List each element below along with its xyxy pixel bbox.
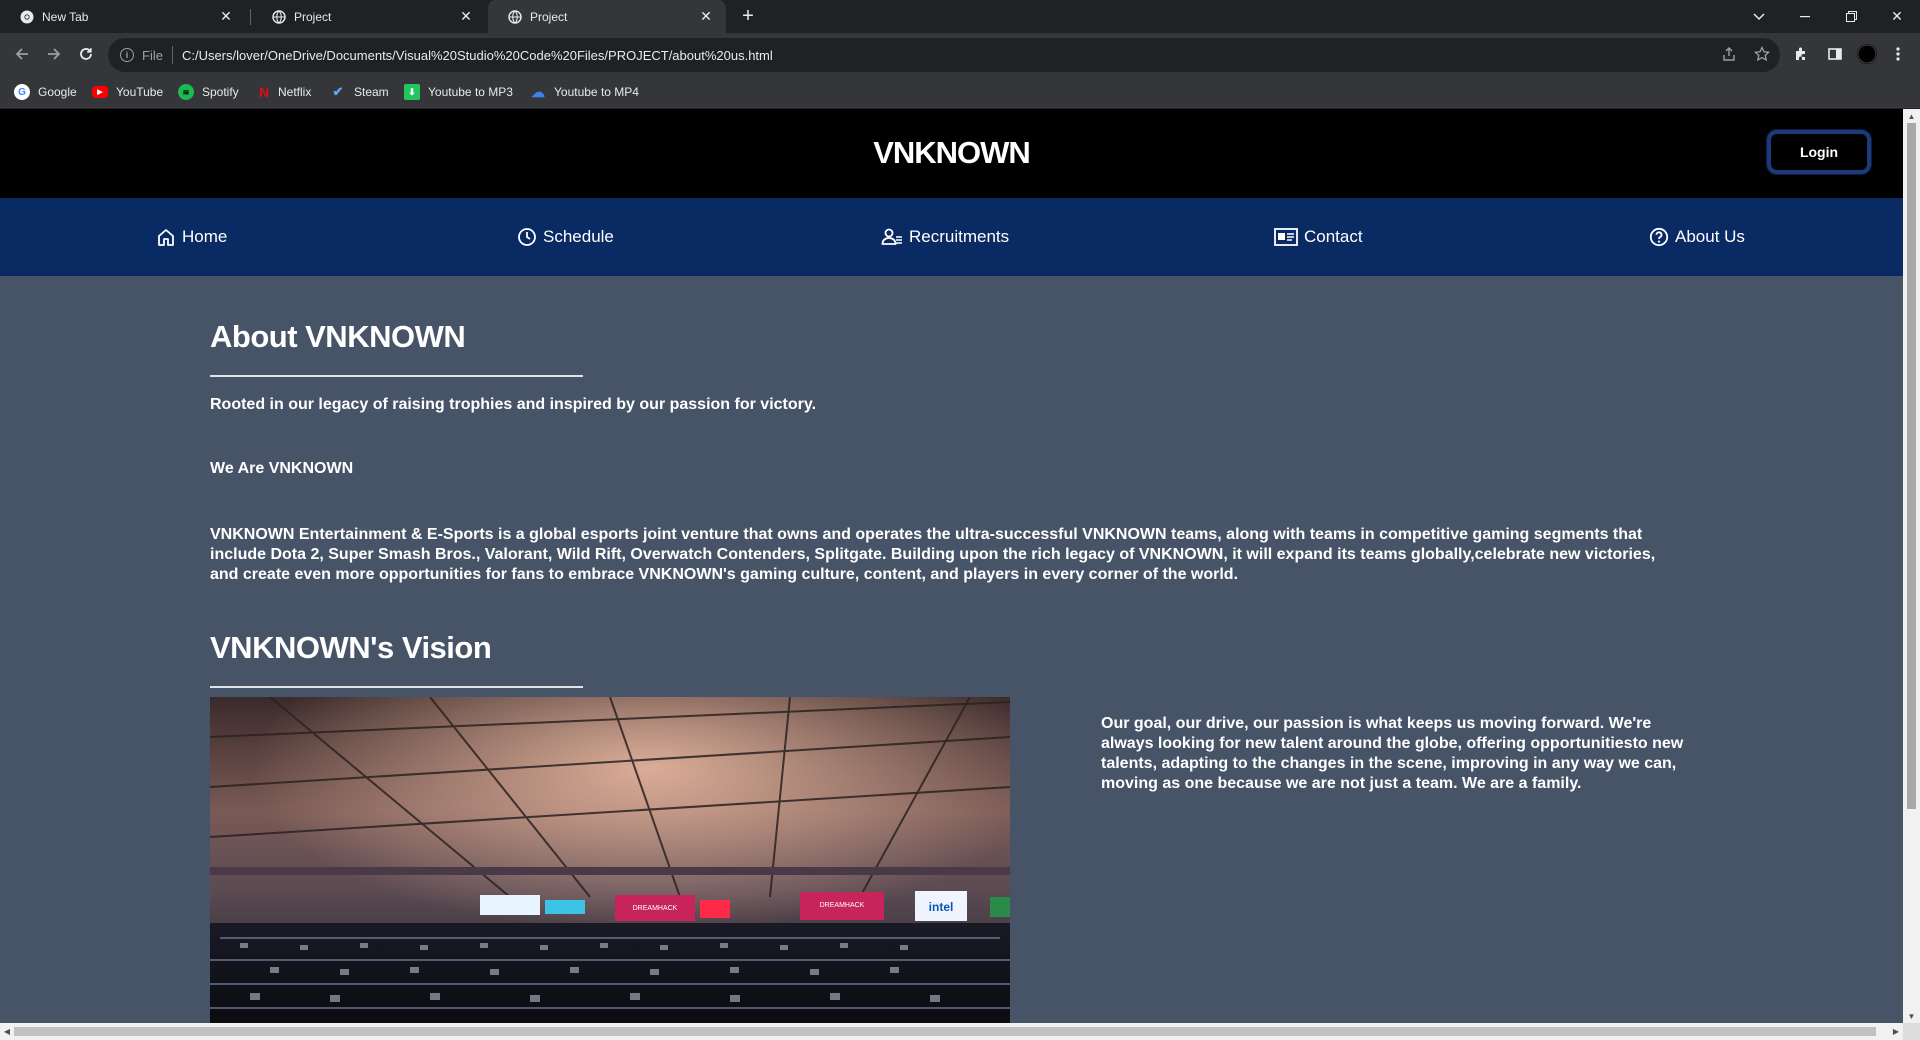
heading-underline [210, 375, 583, 377]
chrome-icon [20, 10, 34, 24]
nav-contact[interactable]: Contact [1274, 198, 1363, 276]
about-subheading: We Are VNKNOWN [210, 460, 354, 477]
bookmark-label: Spotify [202, 85, 239, 99]
nav-label: About Us [1675, 227, 1745, 246]
url-text[interactable]: C:/Users/lover/OneDrive/Documents/Visual… [182, 48, 773, 63]
bookmark-youtube-to-mp3[interactable]: ⬇ Youtube to MP3 [404, 82, 513, 102]
tab-label: Project [294, 9, 332, 24]
bookmark-steam[interactable]: ✔ Steam [330, 82, 389, 102]
nav-home[interactable]: Home [156, 198, 227, 276]
site-header: VNKNOWN Login [0, 109, 1903, 198]
site-logo-title[interactable]: VNKNOWN [0, 135, 1903, 171]
bookmark-label: Google [38, 85, 77, 99]
users-icon [881, 228, 902, 245]
about-tagline: Rooted in our legacy of raising trophies… [210, 396, 817, 413]
minimize-button[interactable] [1782, 0, 1828, 33]
forward-button[interactable] [42, 42, 66, 66]
scheme-label: File [142, 47, 163, 63]
netflix-icon: N [258, 84, 270, 100]
question-icon [1649, 227, 1669, 247]
extensions-icon[interactable] [1791, 44, 1811, 64]
main-nav: Home Schedule Recruitments Contact About… [0, 198, 1903, 276]
contact-card-icon [1274, 228, 1298, 246]
bookmark-label: Netflix [278, 85, 312, 99]
close-window-button[interactable]: ✕ [1874, 0, 1920, 33]
horizontal-scroll-thumb[interactable] [14, 1027, 1876, 1036]
tab-strip: New Tab ✕ Project ✕ Project ✕ + ✕ [0, 0, 1920, 33]
scrollbar-corner [1903, 1023, 1920, 1040]
share-icon[interactable] [1719, 44, 1739, 64]
tab-new-tab[interactable]: New Tab ✕ [0, 0, 246, 33]
steam-icon: ✔ [332, 84, 344, 99]
menu-kebab-icon[interactable] [1888, 44, 1908, 64]
about-heading: About VNKNOWN [210, 319, 466, 354]
site-info-icon[interactable]: i [120, 48, 134, 62]
bookmark-youtube[interactable]: ▶ YouTube [92, 82, 163, 102]
bookmark-youtube-to-mp4[interactable]: ☁ Youtube to MP4 [530, 82, 639, 102]
horizontal-scrollbar[interactable]: ◀ ▶ [0, 1023, 1903, 1040]
nav-label: Home [182, 227, 228, 246]
arena-sign-dreamhack: DREAMHACK [820, 902, 865, 909]
arena-sign-intel: intel [929, 900, 954, 914]
google-icon: G [14, 84, 30, 100]
scroll-right-arrow-icon[interactable]: ▶ [1889, 1023, 1903, 1040]
bookmark-label: Youtube to MP3 [428, 85, 513, 99]
clock-icon [518, 228, 536, 246]
about-paragraph: VNKNOWN Entertainment & E-Sports is a gl… [210, 526, 1656, 583]
new-tab-button[interactable]: + [736, 4, 760, 28]
bookmark-netflix[interactable]: N Netflix [258, 82, 311, 102]
download-icon: ⬇ [404, 84, 420, 100]
bookmark-label: Youtube to MP4 [554, 85, 639, 99]
vertical-scroll-thumb[interactable] [1907, 123, 1916, 809]
tab-label: Project [530, 9, 568, 24]
tab-close-icon[interactable]: ✕ [218, 8, 234, 25]
restore-button[interactable] [1828, 0, 1874, 33]
nav-recruitments[interactable]: Recruitments [881, 198, 1009, 276]
tab-divider [250, 9, 251, 25]
nav-schedule[interactable]: Schedule [517, 198, 614, 276]
omnibox-divider [171, 46, 173, 64]
nav-label: Recruitments [909, 227, 1010, 246]
tab-search-icon[interactable] [1736, 0, 1782, 33]
login-button[interactable]: Login [1767, 130, 1871, 174]
spotify-icon: ≋ [178, 84, 194, 100]
heading-underline [210, 686, 583, 688]
bookmark-spotify[interactable]: ≋ Spotify [178, 82, 239, 102]
nav-about-us[interactable]: About Us [1649, 198, 1745, 276]
nav-label: Schedule [543, 227, 614, 246]
youtube-icon: ▶ [92, 86, 108, 98]
profile-avatar[interactable] [1857, 44, 1877, 64]
vision-text: Our goal, our drive, our passion is what… [1101, 715, 1684, 792]
browser-toolbar: i File C:/Users/lover/OneDrive/Documents… [0, 33, 1920, 76]
side-panel-icon[interactable] [1825, 44, 1845, 64]
arena-photo: DREAMHACK DREAMHACK intel [210, 697, 1010, 1023]
home-icon [158, 229, 174, 246]
globe-icon [508, 9, 522, 24]
tab-label: New Tab [42, 9, 89, 24]
back-button[interactable] [10, 42, 34, 66]
globe-icon [272, 9, 286, 24]
bookmarks-bar: G Google ▶ YouTube ≋ Spotify N Netflix ✔… [0, 76, 1920, 108]
page-viewport: VNKNOWN Login Home Schedule Recruitments… [0, 109, 1903, 1023]
address-bar[interactable]: i File C:/Users/lover/OneDrive/Documents… [108, 38, 1780, 72]
bookmark-label: Steam [354, 85, 389, 99]
tab-project[interactable]: Project ✕ [252, 0, 486, 33]
arena-sign-dreamhack: DREAMHACK [633, 905, 678, 912]
bookmark-google[interactable]: G Google [14, 82, 77, 102]
tab-close-icon[interactable]: ✕ [458, 8, 474, 25]
bookmark-label: YouTube [116, 85, 164, 99]
cloud-icon: ☁ [531, 83, 545, 100]
vertical-scrollbar[interactable]: ▲ ▼ [1903, 109, 1920, 1023]
tab-close-icon[interactable]: ✕ [698, 8, 714, 25]
tab-project-active[interactable]: Project ✕ [488, 0, 726, 33]
scroll-left-arrow-icon[interactable]: ◀ [0, 1023, 14, 1040]
bookmark-star-icon[interactable] [1752, 44, 1772, 64]
scroll-up-arrow-icon[interactable]: ▲ [1903, 109, 1920, 123]
reload-button[interactable] [74, 42, 98, 66]
nav-label: Contact [1304, 227, 1363, 246]
scroll-down-arrow-icon[interactable]: ▼ [1903, 1009, 1920, 1023]
vision-heading: VNKNOWN's Vision [210, 630, 492, 665]
